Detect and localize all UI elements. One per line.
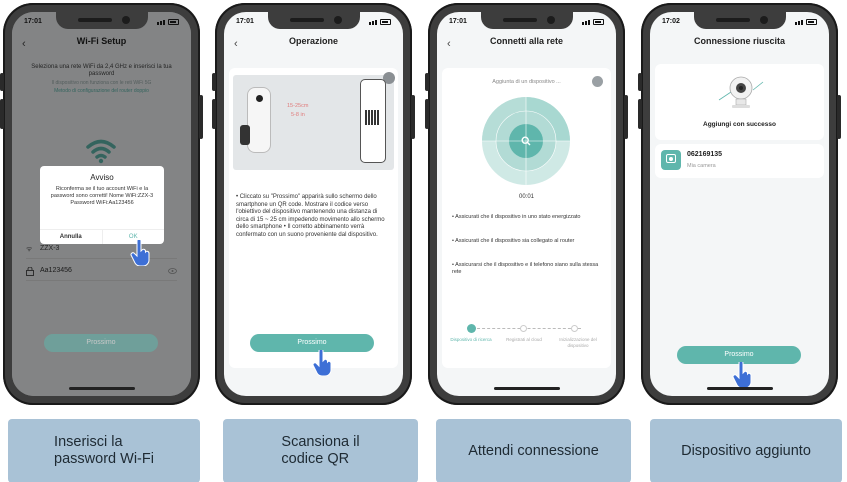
content-card: 15-25cm 5-8 in • Cliccato su "Prossimo" … bbox=[229, 68, 398, 368]
camera-illustration bbox=[240, 87, 271, 153]
dialog-body: Riconferma se il tuo account WiFi e la p… bbox=[50, 186, 154, 206]
search-icon bbox=[521, 136, 531, 146]
tip-1: • Assicurati che il dispositivo in uno s… bbox=[452, 214, 581, 220]
step-2-label: Registrati al cloud bbox=[506, 337, 542, 342]
step-1-dot bbox=[467, 324, 476, 333]
tap-hand-icon bbox=[312, 350, 332, 376]
tap-hand-icon bbox=[130, 240, 150, 266]
phone-qr-scan: 17:01 ‹ Operazione 15-25cm 5-8 in • Clic… bbox=[212, 3, 415, 405]
caption-line: password Wi-Fi bbox=[54, 451, 154, 467]
tip-2: • Assicurati che il dispositivo sia coll… bbox=[452, 238, 575, 244]
step-3-dot bbox=[571, 325, 578, 332]
phone-qr-illustration bbox=[360, 79, 386, 163]
phone-wifi-setup: 17:01 ‹ Wi-Fi Setup Seleziona una rete W… bbox=[0, 3, 203, 405]
instructions-text: • Cliccato su "Prossimo" apparirà sullo … bbox=[236, 194, 385, 238]
dialog-cancel-button[interactable]: Annulla bbox=[40, 230, 103, 244]
page-title: Operazione bbox=[288, 36, 338, 46]
distance-cm: 15-25cm bbox=[287, 103, 309, 109]
step-1-label: Dispositivo di ricerca bbox=[450, 337, 492, 342]
nav-bar: ‹ Connetti alla rete bbox=[437, 36, 616, 56]
caption-line: Attendi connessione bbox=[468, 442, 599, 459]
nav-bar: ‹ Operazione bbox=[224, 36, 403, 56]
phone-connecting: 17:01 ‹ Connetti alla rete Aggiunta di u… bbox=[425, 3, 628, 405]
content-card: Aggiunta di un dispositivo ... 00:01 • A… bbox=[442, 68, 611, 368]
next-button[interactable]: Prossimo bbox=[44, 334, 158, 352]
adding-label: Aggiunta di un dispositivo ... bbox=[492, 79, 561, 85]
device-name: Mia camera bbox=[687, 163, 716, 169]
caption-line: Scansiona il bbox=[281, 434, 360, 450]
illustration: 15-25cm 5-8 in bbox=[233, 72, 395, 170]
device-id: 062169135 bbox=[687, 151, 723, 158]
phone-success: 17:02 Connessione riuscita Aggiungi con … bbox=[638, 3, 841, 405]
tap-hand-icon bbox=[732, 362, 752, 388]
progress-steps: Dispositivo di ricerca Registrati al clo… bbox=[442, 322, 611, 352]
back-chevron-icon[interactable]: ‹ bbox=[234, 38, 238, 50]
back-chevron-icon[interactable]: ‹ bbox=[447, 38, 451, 50]
success-card: Aggiungi con successo bbox=[655, 64, 824, 140]
caption-step-2: Scansiona il codice QR bbox=[223, 419, 418, 482]
step-3-label: Inizializzazione del dispositivo bbox=[559, 337, 597, 348]
caption-step-3: Attendi connessione bbox=[436, 419, 631, 482]
caption-line: Dispositivo aggiunto bbox=[681, 442, 811, 459]
caption-step-1: Inserisci la password Wi-Fi bbox=[8, 419, 200, 482]
caption-line: codice QR bbox=[281, 451, 350, 467]
caption-line: Inserisci la bbox=[54, 434, 123, 450]
page-title: Connessione riuscita bbox=[693, 36, 786, 46]
dialog-title: Avviso bbox=[90, 173, 114, 182]
device-card[interactable]: 062169135 Mia camera bbox=[655, 144, 824, 178]
tip-3: • Assicurarsi che il dispositivo e il te… bbox=[452, 262, 599, 275]
caption-step-4: Dispositivo aggiunto bbox=[650, 419, 842, 482]
device-icon bbox=[661, 150, 681, 170]
success-label: Aggiungi con successo bbox=[703, 121, 776, 128]
page-title: Connetti alla rete bbox=[489, 36, 563, 46]
confirm-dialog: Avviso Riconferma se il tuo account WiFi… bbox=[40, 166, 164, 244]
nav-bar: Connessione riuscita bbox=[650, 36, 829, 56]
step-2-dot bbox=[520, 325, 527, 332]
qr-code-icon bbox=[365, 110, 380, 125]
camera-device-icon bbox=[718, 76, 764, 108]
timer: 00:01 bbox=[518, 194, 534, 200]
distance-in: 5-8 in bbox=[291, 112, 305, 118]
speaker-icon[interactable] bbox=[592, 76, 603, 87]
